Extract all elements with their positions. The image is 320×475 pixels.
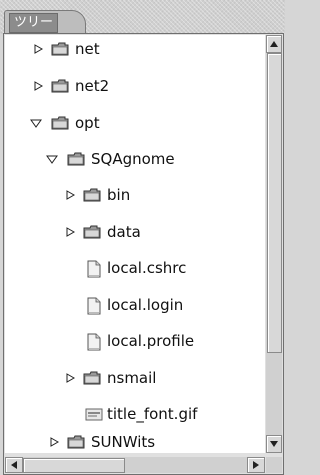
folder-icon xyxy=(51,41,69,57)
horizontal-scroll-thumb[interactable] xyxy=(23,458,125,473)
vertical-scroll-thumb[interactable] xyxy=(267,53,282,353)
tree-item-label: local.login xyxy=(107,296,184,314)
scroll-left-button[interactable] xyxy=(5,457,23,473)
tree-item-nsmail[interactable]: nsmail xyxy=(5,367,265,389)
triangle-right-icon[interactable] xyxy=(47,435,61,449)
triangle-right-icon[interactable] xyxy=(31,79,45,93)
triangle-down-icon[interactable] xyxy=(45,152,59,166)
tree-item-title-font-gif[interactable]: title_font.gif xyxy=(5,403,265,425)
folder-icon xyxy=(83,224,101,240)
tree-item-data[interactable]: data xyxy=(5,221,265,243)
folder-icon xyxy=(51,115,69,131)
tab-tree[interactable]: ツリー xyxy=(4,10,86,35)
tree-item-label: net2 xyxy=(75,77,110,95)
arrow-left-icon xyxy=(11,461,17,469)
tree-item-label: SUNWits xyxy=(91,433,156,451)
triangle-right-icon[interactable] xyxy=(63,371,77,385)
folder-icon xyxy=(67,151,85,167)
triangle-right-icon[interactable] xyxy=(63,188,77,202)
tree-item-label: data xyxy=(107,223,141,241)
document-icon xyxy=(87,333,105,351)
tree-item-label: bin xyxy=(107,186,131,204)
tree-item-label: net xyxy=(75,40,100,58)
triangle-right-icon[interactable] xyxy=(31,42,45,56)
tree-item-label: nsmail xyxy=(107,369,157,387)
scroll-down-button[interactable] xyxy=(266,435,282,453)
tab-tree-label: ツリー xyxy=(9,13,59,33)
folder-icon xyxy=(51,78,69,94)
tree-item-label: SQAgnome xyxy=(91,150,175,168)
tree-panel: net net2 opt SQAgnome bin data local.csh… xyxy=(3,33,284,475)
scrollbar-corner xyxy=(266,457,282,473)
folder-icon xyxy=(83,370,101,386)
vertical-scrollbar[interactable] xyxy=(266,35,282,453)
triangle-down-icon[interactable] xyxy=(29,116,43,130)
tab-strip: ツリー xyxy=(0,0,285,35)
tree-item-label: local.cshrc xyxy=(107,259,187,277)
tree-item-bin[interactable]: bin xyxy=(5,184,265,206)
image-file-icon xyxy=(85,406,103,422)
folder-icon xyxy=(67,434,85,450)
document-icon xyxy=(87,297,105,315)
tree-item-sunwits[interactable]: SUNWits xyxy=(5,431,265,453)
tree-item-label: title_font.gif xyxy=(107,405,198,423)
horizontal-scrollbar[interactable] xyxy=(5,457,265,473)
tree-item-label: local.profile xyxy=(107,332,195,350)
arrow-down-icon xyxy=(270,441,278,447)
tree-item-net2[interactable]: net2 xyxy=(5,75,265,97)
folder-icon xyxy=(83,187,101,203)
tree-item-local-cshrc[interactable]: local.cshrc xyxy=(5,257,265,279)
scroll-right-button[interactable] xyxy=(247,457,265,473)
tree-item-sqagnome[interactable]: SQAgnome xyxy=(5,148,265,170)
arrow-right-icon xyxy=(253,461,259,469)
tree-item-local-profile[interactable]: local.profile xyxy=(5,330,265,352)
file-tree: net net2 opt SQAgnome bin data local.csh… xyxy=(5,35,265,453)
scroll-up-button[interactable] xyxy=(266,35,282,53)
document-icon xyxy=(87,260,105,278)
tree-item-opt[interactable]: opt xyxy=(5,112,265,134)
triangle-right-icon[interactable] xyxy=(63,225,77,239)
arrow-up-icon xyxy=(270,41,278,47)
tree-item-label: opt xyxy=(75,114,100,132)
tree-item-local-login[interactable]: local.login xyxy=(5,294,265,316)
tree-item-net[interactable]: net xyxy=(5,38,265,60)
